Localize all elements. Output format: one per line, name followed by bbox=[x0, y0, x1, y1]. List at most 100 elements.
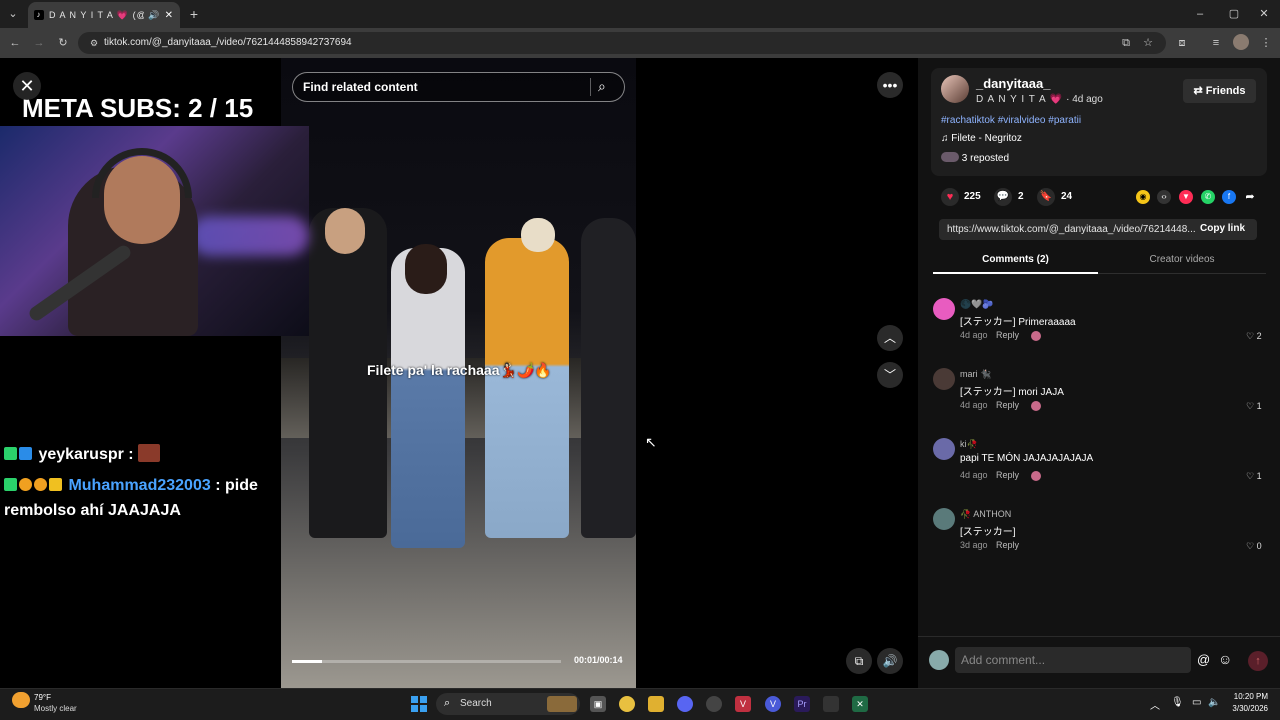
repost-info[interactable]: 3 reposted bbox=[941, 152, 1009, 164]
clock-date[interactable]: 3/30/2026 bbox=[1224, 704, 1268, 713]
post-music[interactable]: ♫ Filete - Negritoz bbox=[941, 133, 1022, 144]
weather-icon[interactable] bbox=[12, 692, 30, 708]
reply-button[interactable]: Reply bbox=[996, 330, 1019, 340]
send-icon[interactable]: ▼ bbox=[1179, 190, 1193, 204]
comment-like[interactable]: ♡ 1 bbox=[1246, 471, 1262, 482]
chrome-icon[interactable] bbox=[619, 696, 635, 712]
tab-comments[interactable]: Comments (2) bbox=[933, 250, 1098, 274]
reply-button[interactable]: Reply bbox=[996, 540, 1019, 550]
comment-like[interactable]: ♡ 2 bbox=[1246, 331, 1262, 342]
profile-avatar[interactable] bbox=[1233, 34, 1249, 50]
comment-item: mari 🐈‍⬛ [ステッカー] mori JAJA 4d ago Reply … bbox=[933, 367, 1267, 417]
reply-button[interactable]: Reply bbox=[996, 470, 1019, 480]
address-bar[interactable]: tiktok.com/@_danyitaaa_/video/7621444858… bbox=[78, 32, 1166, 54]
post-hashtags[interactable]: #rachatiktok #viralvideo #paratii bbox=[941, 115, 1081, 126]
commenter-avatar[interactable] bbox=[933, 438, 955, 460]
dancer-3-beanie bbox=[521, 218, 555, 252]
like-icon[interactable]: ♥ bbox=[941, 188, 959, 206]
volume-icon[interactable]: 🔊 bbox=[877, 648, 903, 674]
commenter-name[interactable]: 🌑🩶🫐 bbox=[960, 299, 994, 310]
video-time: 00:01/00:14 bbox=[574, 655, 623, 665]
pip-icon[interactable]: ⧉ bbox=[846, 648, 872, 674]
speaker-icon[interactable]: 🔊 bbox=[148, 10, 160, 21]
commenter-avatar[interactable] bbox=[933, 508, 955, 530]
search-icon[interactable]: ⌕ bbox=[598, 78, 606, 95]
app-icon[interactable] bbox=[706, 696, 722, 712]
chat-badge-icon bbox=[4, 478, 17, 491]
comment-like-count: 0 bbox=[1256, 541, 1262, 551]
video-progress-bar[interactable] bbox=[292, 660, 561, 663]
commenter-name[interactable]: 🥀 ANTHON bbox=[960, 509, 1011, 520]
bookmark-icon[interactable]: 🔖 bbox=[1037, 188, 1055, 206]
comment-input[interactable]: Add comment... bbox=[955, 647, 1191, 673]
chat-badge-icon bbox=[49, 478, 62, 491]
friends-button[interactable]: ⇄ Friends bbox=[1183, 79, 1256, 103]
comment-icon[interactable]: 💬 bbox=[994, 188, 1012, 206]
site-info-icon[interactable]: ⚙ bbox=[86, 35, 102, 51]
excel-icon[interactable]: ✕ bbox=[852, 696, 868, 712]
forward-icon[interactable]: → bbox=[31, 35, 47, 51]
minimize-icon[interactable]: – bbox=[1192, 6, 1208, 22]
reply-button[interactable]: Reply bbox=[996, 400, 1019, 410]
chat-badge-icon bbox=[19, 478, 32, 491]
browser-menu-icon[interactable]: ⋮ bbox=[1258, 35, 1274, 51]
copy-link-button[interactable]: Copy link bbox=[1200, 223, 1245, 234]
close-icon[interactable]: ✕ bbox=[13, 72, 41, 100]
network-icon[interactable]: ▭ bbox=[1192, 697, 1201, 708]
more-options-icon[interactable]: ••• bbox=[877, 72, 903, 98]
clock-time[interactable]: 10:20 PM bbox=[1230, 692, 1268, 701]
commenter-name[interactable]: ki🥀 bbox=[960, 439, 978, 450]
previous-video-icon[interactable]: ︿ bbox=[877, 325, 903, 351]
author-avatar[interactable] bbox=[941, 75, 969, 103]
music-title: Filete - Negritoz bbox=[951, 133, 1022, 144]
discord-icon[interactable] bbox=[677, 696, 693, 712]
reading-list-icon[interactable]: ≡ bbox=[1208, 35, 1224, 51]
extensions-icon[interactable]: ⧈ bbox=[1174, 35, 1190, 51]
tray-overflow-icon[interactable]: ︿ bbox=[1150, 697, 1160, 712]
commenter-avatar[interactable] bbox=[933, 368, 955, 390]
author-username[interactable]: _danyitaaa_ bbox=[976, 76, 1050, 91]
comment-like[interactable]: ♡ 0 bbox=[1246, 541, 1262, 552]
commenter-name[interactable]: mari 🐈‍⬛ bbox=[960, 369, 991, 380]
task-view-icon[interactable]: ▣ bbox=[590, 696, 606, 712]
window-close-icon[interactable]: ✕ bbox=[1256, 6, 1272, 22]
v-app-icon[interactable]: V bbox=[765, 696, 781, 712]
commenter-avatar[interactable] bbox=[933, 298, 955, 320]
reload-icon[interactable]: ↻ bbox=[55, 35, 71, 51]
windows-start-icon[interactable] bbox=[411, 696, 427, 712]
streamer-webcam bbox=[0, 126, 309, 336]
search-input[interactable]: Find related content bbox=[292, 72, 625, 102]
comment-item: 🌑🩶🫐 [ステッカー] Primeraaaaa 4d ago Reply ♡ 2 bbox=[933, 297, 1267, 347]
emoji-icon[interactable]: ☺ bbox=[1218, 651, 1232, 667]
facebook-icon[interactable]: f bbox=[1222, 190, 1236, 204]
comment-like[interactable]: ♡ 1 bbox=[1246, 401, 1262, 412]
bookmark-star-icon[interactable]: ☆ bbox=[1140, 35, 1156, 51]
chat-message: Muhammad232003 : pide rembolso ahí JAAJA… bbox=[4, 473, 282, 523]
mention-icon[interactable]: @ bbox=[1197, 652, 1210, 667]
maximize-icon[interactable]: ▢ bbox=[1226, 6, 1242, 22]
microphone-icon[interactable]: 🎙 bbox=[1171, 697, 1184, 708]
coin-icon[interactable]: ◉ bbox=[1136, 190, 1150, 204]
post-comment-button[interactable]: ↑ bbox=[1248, 651, 1268, 671]
file-explorer-icon[interactable] bbox=[648, 696, 664, 712]
next-video-icon[interactable]: ﹀ bbox=[877, 362, 903, 388]
share-icon[interactable]: ➦ bbox=[1243, 190, 1257, 204]
cast-icon[interactable]: ⧉ bbox=[1118, 35, 1134, 51]
tab-creator-videos[interactable]: Creator videos bbox=[1098, 250, 1266, 274]
browser-tab[interactable]: ♪ D A N Y I T A 💗 (@_danyitaaa_) 🔊 ✕ bbox=[28, 2, 180, 28]
creator-liked-avatar bbox=[1031, 471, 1041, 481]
whatsapp-icon[interactable]: ✆ bbox=[1201, 190, 1215, 204]
premiere-icon[interactable]: Pr bbox=[794, 696, 810, 712]
valorant-icon[interactable]: V bbox=[735, 696, 751, 712]
tab-search-icon[interactable]: ⌄ bbox=[5, 6, 21, 22]
chat-message: yeykaruspr : bbox=[4, 442, 162, 467]
tab-close-icon[interactable]: ✕ bbox=[165, 10, 174, 21]
epic-games-icon[interactable] bbox=[823, 696, 839, 712]
chat-badge-icon bbox=[4, 447, 17, 460]
new-tab-icon[interactable]: + bbox=[186, 6, 202, 22]
volume-tray-icon[interactable]: 🔈 bbox=[1208, 697, 1220, 708]
back-icon[interactable]: ← bbox=[7, 35, 23, 51]
comment-age: 4d ago bbox=[960, 330, 988, 340]
embed-icon[interactable]: ‹› bbox=[1157, 190, 1171, 204]
current-user-avatar bbox=[929, 650, 949, 670]
